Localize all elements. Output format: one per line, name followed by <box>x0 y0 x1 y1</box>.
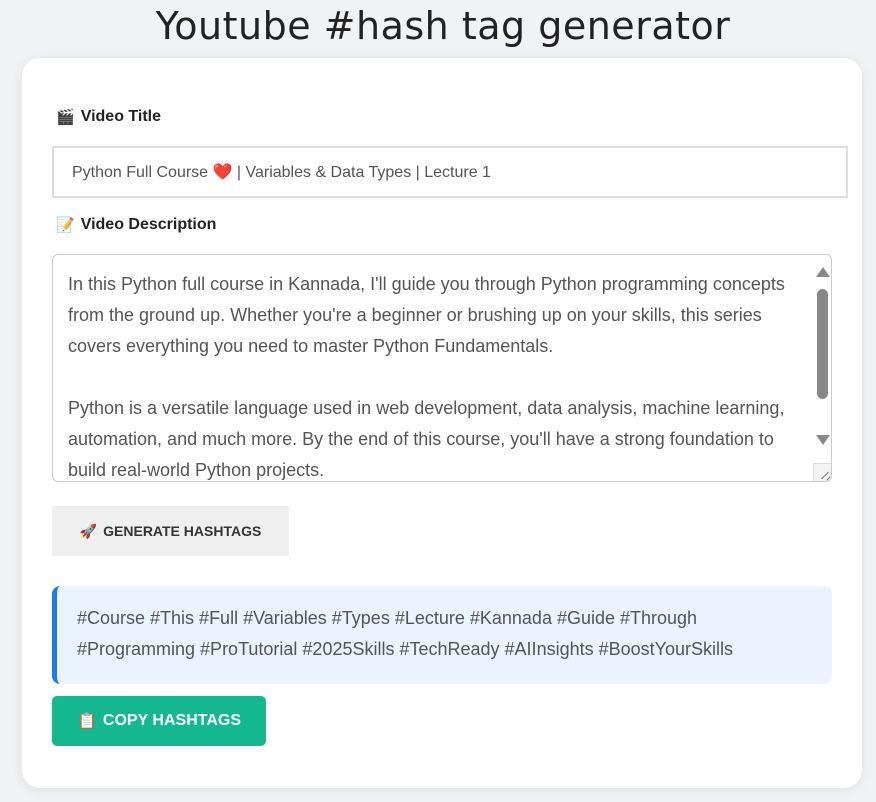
video-description-label-text: Video Description <box>80 216 217 233</box>
description-scrollbar[interactable] <box>813 255 831 463</box>
generator-card: 🎬 Video Title 📝 Video Description In thi… <box>22 58 862 788</box>
copy-hashtags-button[interactable]: 📋 COPY HASHTAGS <box>52 696 266 746</box>
memo-icon: 📝 <box>56 217 75 234</box>
generate-hashtags-label: GENERATE HASHTAGS <box>103 523 262 539</box>
scrollbar-thumb[interactable] <box>817 289 828 399</box>
scroll-down-arrow-icon[interactable] <box>816 435 830 445</box>
clapperboard-icon: 🎬 <box>56 109 75 126</box>
video-description-label: 📝 Video Description <box>56 216 216 234</box>
video-description-textarea[interactable]: In this Python full course in Kannada, I… <box>52 254 832 482</box>
video-description-text: In this Python full course in Kannada, I… <box>68 274 785 480</box>
video-title-label-text: Video Title <box>80 108 162 125</box>
scroll-up-arrow-icon[interactable] <box>816 267 830 277</box>
rocket-icon: 🚀 <box>79 522 98 539</box>
video-title-input[interactable] <box>52 146 848 198</box>
hashtag-result-text: #Course #This #Full #Variables #Types #L… <box>77 608 734 659</box>
clipboard-icon: 📋 <box>76 713 97 730</box>
generate-hashtags-button[interactable]: 🚀 GENERATE HASHTAGS <box>52 506 289 556</box>
page-title: Youtube #hash tag generator <box>155 4 731 48</box>
video-title-label: 🎬 Video Title <box>56 108 161 126</box>
resize-handle-icon[interactable] <box>813 463 831 481</box>
hashtag-result-box: #Course #This #Full #Variables #Types #L… <box>52 586 832 684</box>
copy-hashtags-label: COPY HASHTAGS <box>102 712 241 729</box>
